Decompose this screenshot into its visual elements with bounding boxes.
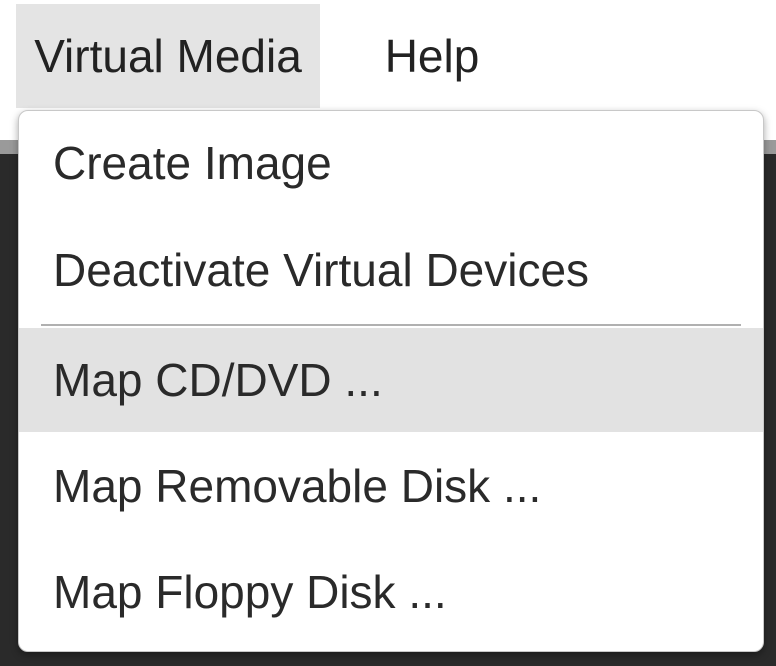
menu-help[interactable]: Help [362, 4, 502, 108]
menu-item-map-floppy-disk[interactable]: Map Floppy Disk ... [19, 540, 763, 644]
menu-virtual-media[interactable]: Virtual Media [16, 4, 320, 108]
menu-item-create-image[interactable]: Create Image [19, 111, 763, 215]
menu-item-deactivate-virtual-devices[interactable]: Deactivate Virtual Devices [19, 218, 763, 322]
menu-item-map-removable-disk[interactable]: Map Removable Disk ... [19, 434, 763, 538]
virtual-media-dropdown: Create Image Deactivate Virtual Devices … [18, 110, 764, 652]
menu-separator [41, 324, 741, 326]
screen: Virtual Media Help Create Image Deactiva… [0, 0, 776, 666]
menu-item-map-cd-dvd[interactable]: Map CD/DVD ... [19, 328, 763, 432]
menubar: Virtual Media Help [0, 0, 776, 108]
